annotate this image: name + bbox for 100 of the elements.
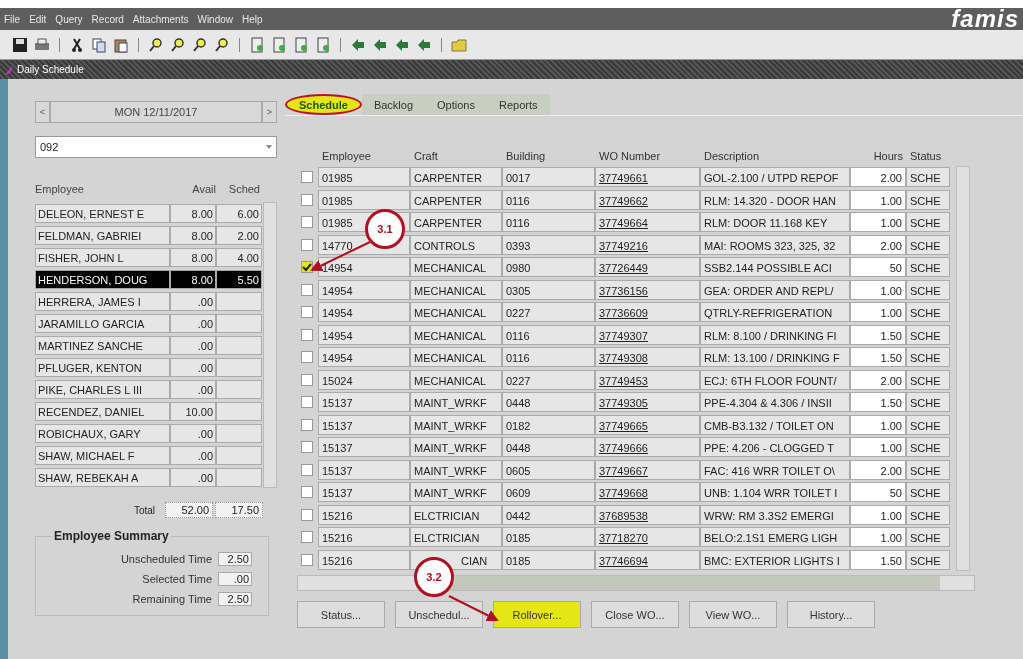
work-order-link[interactable]: 37749665: [595, 414, 700, 435]
table-cell: SCHE: [906, 257, 950, 278]
work-order-link[interactable]: 37689538: [595, 504, 700, 525]
menu-item[interactable]: Edit: [29, 13, 47, 25]
work-order-link[interactable]: 37746694: [595, 549, 700, 570]
employee-row[interactable]: SHAW, REBEKAH A .00: [35, 466, 263, 488]
printer-icon[interactable]: [34, 36, 50, 53]
previous-day-button[interactable]: <: [35, 101, 50, 123]
checkbox[interactable]: [301, 328, 313, 341]
checkbox[interactable]: [301, 553, 313, 566]
checkbox[interactable]: [301, 373, 313, 386]
document-icon[interactable]: [315, 36, 331, 53]
table-cell: 2.00: [850, 369, 906, 390]
action-button[interactable]: Unschedul...: [395, 601, 483, 628]
work-order-link[interactable]: 37749453: [595, 369, 700, 390]
checkbox[interactable]: [301, 441, 313, 454]
checkbox[interactable]: [301, 351, 313, 364]
employee-row[interactable]: FISHER, JOHN L 8.00 4.00: [35, 246, 263, 268]
checkbox[interactable]: [301, 216, 313, 229]
work-order-link[interactable]: 37736609: [595, 302, 700, 323]
work-order-link[interactable]: 37749661: [595, 167, 700, 188]
menu-item[interactable]: Attachments: [132, 13, 189, 25]
table-cell: GOL-2.100 / UTPD REPOF: [700, 167, 850, 188]
menu-item[interactable]: Record: [91, 13, 124, 25]
menu-item[interactable]: Query: [55, 13, 83, 25]
table-cell: 50: [850, 482, 906, 503]
employee-row[interactable]: FELDMAN, GABRIEI 8.00 2.00: [35, 224, 263, 246]
table-cell: PIKE, CHARLES L III: [35, 379, 170, 399]
action-button[interactable]: Status...: [297, 601, 385, 628]
employee-row[interactable]: JARAMILLO GARCIA .00: [35, 312, 263, 334]
checkbox[interactable]: [301, 418, 313, 431]
work-order-link[interactable]: 37736156: [595, 279, 700, 300]
tab[interactable]: Backlog: [361, 94, 426, 115]
action-button[interactable]: Rollover...: [493, 601, 581, 628]
table-cell: 1.00: [850, 437, 906, 458]
menu-item[interactable]: Help: [242, 13, 263, 25]
employee-row[interactable]: MARTINEZ SANCHE .00: [35, 334, 263, 356]
menu-item[interactable]: Window: [197, 13, 233, 25]
action-button[interactable]: Close WO...: [591, 601, 679, 628]
employee-row[interactable]: HENDERSON, DOUG 8.00 5.50: [35, 268, 263, 290]
table-cell: 1.00: [850, 504, 906, 525]
checkbox[interactable]: [301, 193, 313, 206]
copy-icon[interactable]: [91, 36, 107, 53]
work-order-link[interactable]: 37726449: [595, 257, 700, 278]
table-cell: QTRLY-REFRIGERATION: [700, 302, 850, 323]
work-order-link[interactable]: 37749307: [595, 324, 700, 345]
checkbox[interactable]: [301, 486, 313, 499]
clipboard-icon[interactable]: [113, 36, 129, 53]
employee-row[interactable]: HERRERA, JAMES I .00: [35, 290, 263, 312]
work-order-link[interactable]: 37749667: [595, 459, 700, 480]
work-order-link[interactable]: 37718270: [595, 527, 700, 548]
table-cell: 01985: [318, 189, 410, 210]
checkbox[interactable]: [301, 396, 313, 409]
employee-row[interactable]: SHAW, MICHAEL F .00: [35, 444, 263, 466]
work-order-link[interactable]: 37749668: [595, 482, 700, 503]
magnifier-icon[interactable]: [192, 36, 208, 53]
checkbox[interactable]: [301, 508, 313, 521]
action-button[interactable]: View WO...: [689, 601, 777, 628]
employee-row[interactable]: RECENDEZ, DANIEL 10.00: [35, 400, 263, 422]
work-order-link[interactable]: 37749216: [595, 234, 700, 255]
checkbox[interactable]: [301, 171, 313, 184]
horizontal-scrollbar[interactable]: [297, 575, 975, 591]
folder-icon[interactable]: [451, 36, 467, 53]
work-order-link[interactable]: 37749308: [595, 347, 700, 368]
checkbox[interactable]: [301, 463, 313, 476]
magnifier-icon[interactable]: [170, 36, 186, 53]
table-cell: 1.50: [850, 392, 906, 413]
table-cell: 1.00: [850, 302, 906, 323]
vertical-scrollbar[interactable]: [956, 166, 970, 571]
work-order-link[interactable]: 37749666: [595, 437, 700, 458]
employee-row[interactable]: PIKE, CHARLES L III .00: [35, 378, 263, 400]
tab[interactable]: Options: [425, 94, 487, 115]
checkbox[interactable]: [301, 261, 313, 274]
shop-dropdown[interactable]: 092: [35, 136, 277, 158]
employee-row[interactable]: ROBICHAUX, GARY .00: [35, 422, 263, 444]
magnifier-icon[interactable]: [214, 36, 230, 53]
work-order-link[interactable]: 37749305: [595, 392, 700, 413]
total-sched-field: 17.50: [215, 502, 263, 518]
checkbox[interactable]: [301, 531, 313, 544]
menu-item[interactable]: File: [4, 13, 21, 25]
document-icon[interactable]: [271, 36, 287, 53]
scissors-icon[interactable]: [69, 36, 85, 53]
table-cell: ELCTRICIAN: [410, 527, 502, 548]
employee-row[interactable]: DELEON, ERNEST E 8.00 6.00: [35, 202, 263, 224]
work-order-link[interactable]: 37749662: [595, 189, 700, 210]
document-icon[interactable]: [249, 36, 265, 53]
document-icon[interactable]: [293, 36, 309, 53]
checkbox[interactable]: [301, 306, 313, 319]
checkbox[interactable]: [301, 238, 313, 251]
vertical-scrollbar[interactable]: [263, 202, 277, 488]
action-button[interactable]: History...: [787, 601, 875, 628]
employee-row[interactable]: PFLUGER, KENTON .00: [35, 356, 263, 378]
work-order-link[interactable]: 37749664: [595, 212, 700, 233]
next-day-button[interactable]: >: [262, 101, 277, 123]
checkbox[interactable]: [301, 283, 313, 296]
tab[interactable]: Reports: [486, 94, 550, 115]
magnifier-icon[interactable]: [148, 36, 164, 53]
tab[interactable]: Schedule: [285, 94, 362, 115]
table-cell: 0227: [502, 302, 595, 323]
date-button[interactable]: MON 12/11/2017: [50, 101, 262, 123]
